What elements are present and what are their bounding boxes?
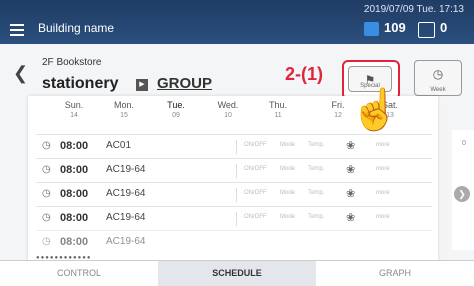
fan-icon: ❀	[346, 164, 356, 176]
mode-cell: Mode	[280, 214, 296, 220]
mode-cell: Mode	[280, 190, 296, 196]
day-name: Thu.	[268, 100, 287, 110]
fan-icon: ❀	[346, 188, 356, 200]
onoff-cell: ON/OFF	[244, 190, 267, 196]
week-button[interactable]: ◷ Week	[414, 60, 462, 96]
clock-icon: ◷	[42, 188, 51, 199]
day-name: Mon.	[113, 100, 134, 110]
annotation-label: 2-(1)	[285, 64, 324, 84]
schedule-row[interactable]: ◷ 08:00 AC19-64	[36, 230, 432, 251]
more-cell: more	[376, 214, 390, 220]
temp-cell: Temp.	[308, 142, 325, 148]
row-time: 08:00	[60, 140, 89, 152]
row-unit: AC19-64	[106, 164, 146, 175]
power-icon[interactable]	[364, 22, 379, 36]
schedule-row[interactable]: ◷ 08:00 AC19-64 ON/OFF Mode Temp. ❀ more	[36, 158, 432, 183]
pointer-hand-icon: ☝	[350, 88, 400, 132]
day-num: 15	[120, 112, 128, 119]
row-time: 08:00	[60, 164, 89, 176]
row-time: 08:00	[60, 188, 89, 200]
next-page-icon[interactable]: ❯	[454, 186, 470, 202]
more-cell: more	[376, 190, 390, 196]
day-num: 09	[172, 112, 180, 119]
row-time: 08:00	[60, 212, 89, 224]
day-name: Wed.	[217, 100, 239, 110]
mode-cell: Mode	[280, 142, 296, 148]
mode-cell: Mode	[280, 166, 296, 172]
week-clock-icon: ◷	[432, 67, 444, 81]
divider	[236, 140, 237, 154]
day-tue[interactable]: Tue. 09	[156, 100, 196, 119]
day-num: 14	[70, 112, 78, 119]
clock-icon: ◷	[42, 236, 51, 247]
onoff-cell: ON/OFF	[244, 214, 267, 220]
schedule-row[interactable]: ◷ 08:00 AC01 ON/OFF Mode Temp. ❀ more	[36, 134, 432, 159]
side-marker: 0	[462, 140, 466, 147]
day-sun[interactable]: Sun. 14	[54, 100, 94, 119]
row-time: 08:00	[60, 236, 89, 248]
tab-graph[interactable]: GRAPH	[316, 261, 474, 286]
datetime: 2019/07/09 Tue. 17:13	[363, 4, 464, 15]
row-unit: AC19-64	[106, 212, 146, 223]
temp-cell: Temp.	[308, 166, 325, 172]
building-name: Building name	[38, 21, 115, 35]
category-label: stationery	[42, 75, 119, 92]
day-name: Fri.	[331, 100, 345, 110]
clock-icon: ◷	[42, 212, 51, 223]
clock-icon: ◷	[42, 164, 51, 175]
clock-icon: ◷	[42, 140, 51, 151]
menu-icon[interactable]	[10, 24, 24, 39]
day-name: Tue.	[167, 100, 185, 110]
temp-cell: Temp.	[308, 190, 325, 196]
power-count: 109	[384, 20, 406, 35]
day-num: 10	[224, 112, 232, 119]
alert-count: 0	[440, 20, 448, 35]
fan-icon: ❀	[346, 140, 356, 152]
temp-cell: Temp.	[308, 214, 325, 220]
schedule-row[interactable]: ◷ 08:00 AC19-64 ON/OFF Mode Temp. ❀ more	[36, 182, 432, 207]
onoff-cell: ON/OFF	[244, 142, 267, 148]
tab-schedule[interactable]: SCHEDULE	[158, 261, 316, 286]
row-unit: AC19-64	[106, 188, 146, 199]
week-label: Week	[430, 87, 446, 93]
row-unit: AC01	[106, 140, 132, 151]
more-cell: more	[376, 166, 390, 172]
onoff-cell: ON/OFF	[244, 166, 267, 172]
row-unit: AC19-64	[106, 236, 146, 247]
tab-bar: CONTROL SCHEDULE GRAPH	[0, 260, 474, 286]
divider	[236, 188, 237, 202]
fan-icon: ❀	[346, 212, 356, 224]
group-link[interactable]: GROUP	[157, 75, 212, 92]
more-cell: more	[376, 142, 390, 148]
next-arrow-icon[interactable]: ▶	[136, 79, 148, 91]
day-thu[interactable]: Thu. 11	[258, 100, 298, 119]
header-bar: Building name 2019/07/09 Tue. 17:13 109 …	[0, 0, 474, 44]
day-name: Sun.	[64, 100, 84, 110]
day-mon[interactable]: Mon. 15	[104, 100, 144, 119]
day-num: 11	[274, 112, 282, 119]
back-icon[interactable]: ❮	[13, 63, 28, 84]
alert-icon[interactable]	[418, 22, 435, 38]
floor-label: 2F Bookstore	[42, 57, 102, 68]
divider	[236, 212, 237, 226]
schedule-row[interactable]: ◷ 08:00 AC19-64 ON/OFF Mode Temp. ❀ more	[36, 206, 432, 231]
tab-control[interactable]: CONTROL	[0, 261, 158, 286]
divider	[236, 164, 237, 178]
day-wed[interactable]: Wed. 10	[208, 100, 248, 119]
